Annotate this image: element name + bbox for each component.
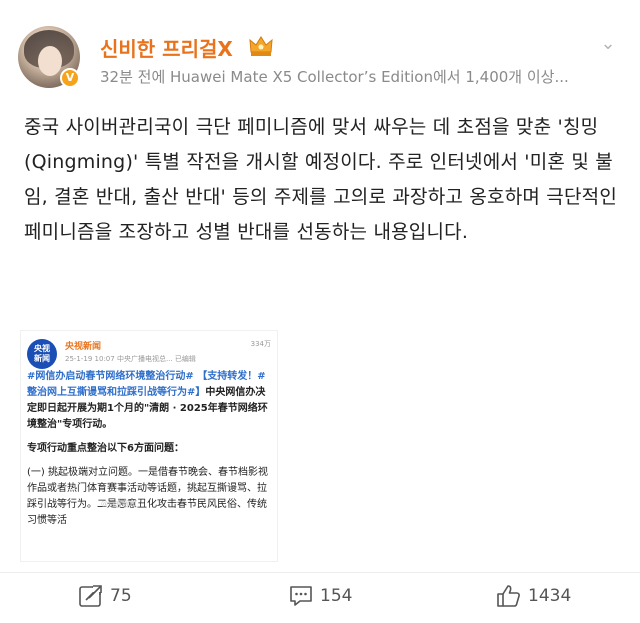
like-icon — [497, 585, 520, 607]
repost-count: 75 — [110, 586, 132, 606]
comment-button[interactable]: 154 — [288, 582, 352, 610]
action-bar: 75 154 1434 — [0, 576, 640, 616]
embed-views: 334万 — [250, 340, 271, 348]
comment-icon — [290, 586, 312, 606]
embed-account: 央视新闻 — [65, 342, 102, 352]
embed-body: #网信办启动春节网络环境整治行动# 【支持转发！#整治网上互撕谩骂和拉踩引战等行… — [27, 369, 271, 537]
comment-count: 154 — [320, 586, 353, 606]
cctv-logo-icon: 央视 新闻 — [27, 339, 57, 369]
post-text: 중국 사이버관리국이 극단 페미니즘에 맞서 싸우는 데 초점을 맞춘 '칭밍(… — [24, 116, 618, 243]
embed-para-2: 专项行动重点整治以下6方面问题： — [27, 443, 184, 454]
embedded-image[interactable]: 央视 新闻 央视新闻 25-1-19 10:07 中央广播电视总... 已编辑 … — [20, 330, 278, 562]
repost-button[interactable]: 75 — [78, 582, 132, 610]
verified-badge-icon: V — [60, 68, 80, 88]
post-meta: 32분 전에 Huawei Mate X5 Collector’s Editio… — [100, 68, 569, 86]
post-header: V 신비한 프리걸X 32분 전에 Huawei Mate X5 Collect… — [0, 0, 640, 100]
username[interactable]: 신비한 프리걸X — [100, 33, 233, 62]
divider — [0, 572, 640, 573]
like-button[interactable]: 1434 — [496, 582, 571, 610]
chevron-down-icon[interactable]: ⌄ — [596, 32, 620, 56]
avatar-face — [38, 46, 62, 76]
embed-para-1: #网信办启动春节网络环境整治行动# 【支持转发！#整治网上互撕谩骂和拉踩引战等行… — [27, 369, 271, 433]
embed-subline: 25-1-19 10:07 中央广播电视总... 已编辑 — [65, 355, 196, 363]
crown-icon — [249, 36, 273, 56]
embed-para-3: (一) 挑起极端对立问题。一是借春节晚会、春节档影视作品或者热门体育赛事活动等话… — [27, 467, 268, 526]
repost-icon — [79, 584, 103, 607]
embed-header: 央视 新闻 央视新闻 25-1-19 10:07 中央广播电视总... 已编辑 … — [25, 337, 275, 373]
like-count: 1434 — [528, 586, 572, 606]
embed-watermark: @官方新闻 — [101, 500, 136, 508]
